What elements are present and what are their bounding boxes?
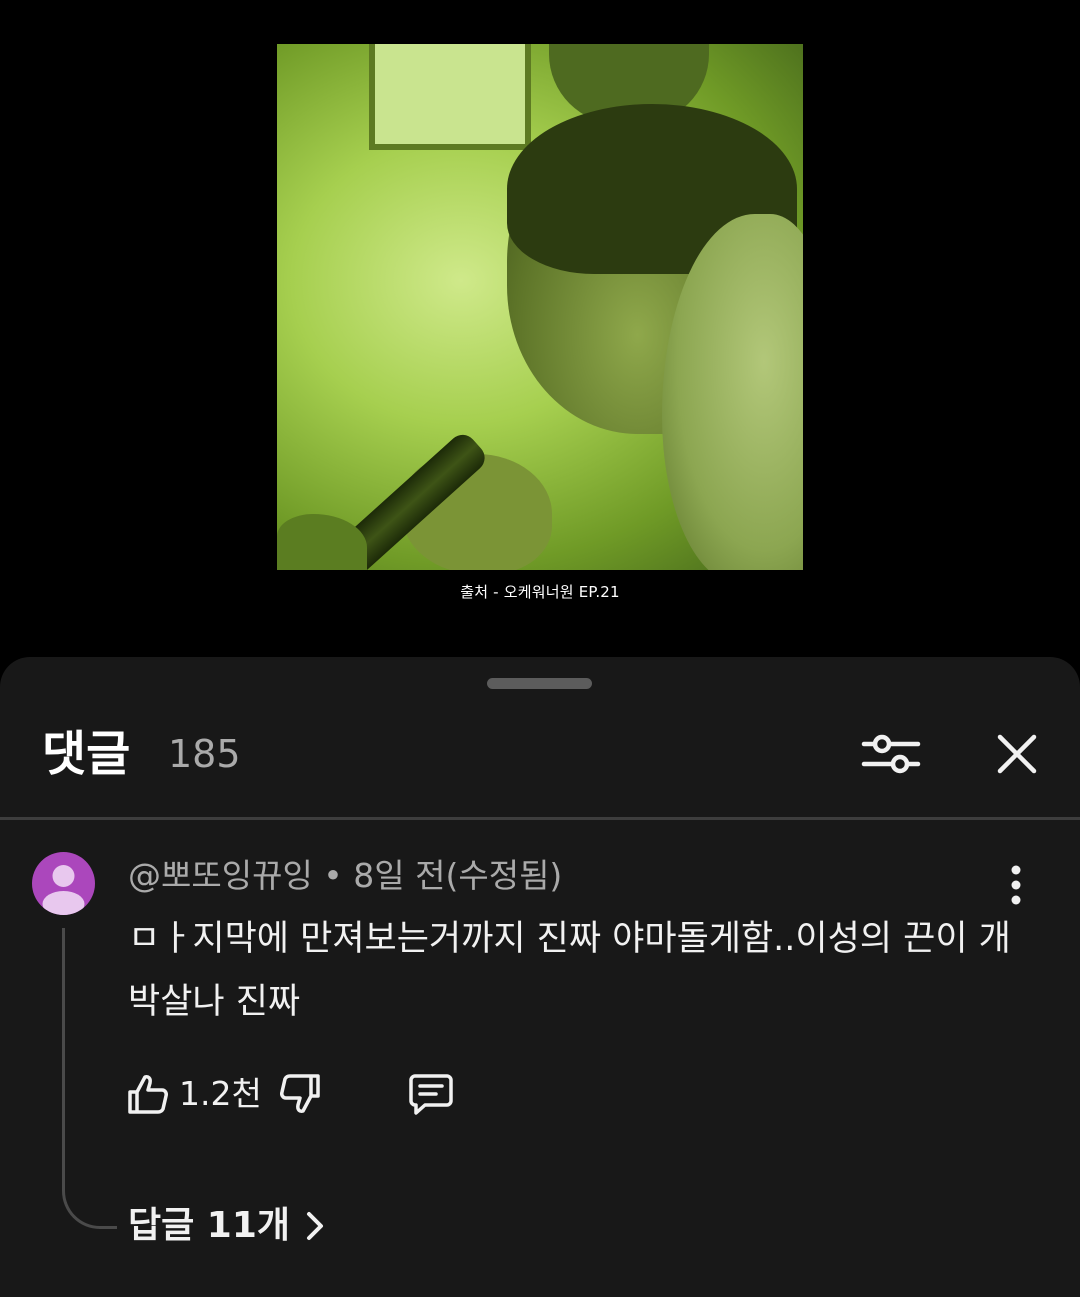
user-icon — [42, 865, 85, 915]
view-replies-button[interactable]: 답글 11개 — [128, 1196, 327, 1256]
reply-thread-line — [62, 928, 117, 1229]
dislike-button[interactable] — [278, 1072, 322, 1116]
more-vert-icon — [1011, 865, 1021, 905]
comments-header: 댓글 185 — [0, 719, 1080, 789]
close-icon — [997, 734, 1037, 774]
chevron-right-icon — [307, 1212, 324, 1240]
filter-button[interactable] — [858, 727, 924, 781]
video-caption: 출처 - 오케워너원 EP.21 — [460, 583, 620, 601]
comment-actions: 1.2천 — [126, 1066, 526, 1122]
thumbs-down-icon — [280, 1074, 320, 1113]
drag-handle[interactable] — [487, 678, 592, 689]
comments-sheet: 댓글 185 @뽀또잉뀨잉 • 8일 전(수정됨) ㅁㅏ지막에 만져보는거까지 … — [0, 657, 1080, 1297]
more-options-button[interactable] — [996, 860, 1036, 910]
replies-label: 답글 11개 — [128, 1205, 290, 1246]
comments-count: 185 — [168, 732, 241, 776]
comment-time: 8일 전(수정됨) — [353, 856, 563, 895]
wall-picture — [369, 44, 531, 150]
meta-separator: • — [312, 856, 354, 895]
comment-text: ㅁㅏ지막에 만져보는거까지 진짜 야마돌게함..이성의 끈이 개박살나 진짜 — [128, 919, 1011, 1022]
comment-icon — [409, 1074, 453, 1115]
video-player[interactable]: 출처 - 오케워너원 EP.21 — [0, 0, 1080, 660]
comment-meta: @뽀또잉뀨잉 • 8일 전(수정됨) — [128, 854, 562, 898]
avatar[interactable] — [32, 852, 95, 915]
comment-item: @뽀또잉뀨잉 • 8일 전(수정됨) ㅁㅏ지막에 만져보는거까지 진짜 야마돌게… — [0, 820, 1080, 1280]
comment-author[interactable]: @뽀또잉뀨잉 — [128, 856, 313, 895]
comments-title: 댓글 — [42, 726, 131, 782]
video-frame[interactable] — [277, 44, 803, 570]
sliders-icon — [861, 734, 921, 774]
plant — [277, 514, 367, 570]
reply-button[interactable] — [408, 1072, 454, 1116]
like-count: 1.2천 — [179, 1074, 262, 1113]
thumbs-up-icon — [128, 1075, 168, 1114]
like-button[interactable] — [126, 1072, 170, 1116]
close-button[interactable] — [990, 727, 1044, 781]
